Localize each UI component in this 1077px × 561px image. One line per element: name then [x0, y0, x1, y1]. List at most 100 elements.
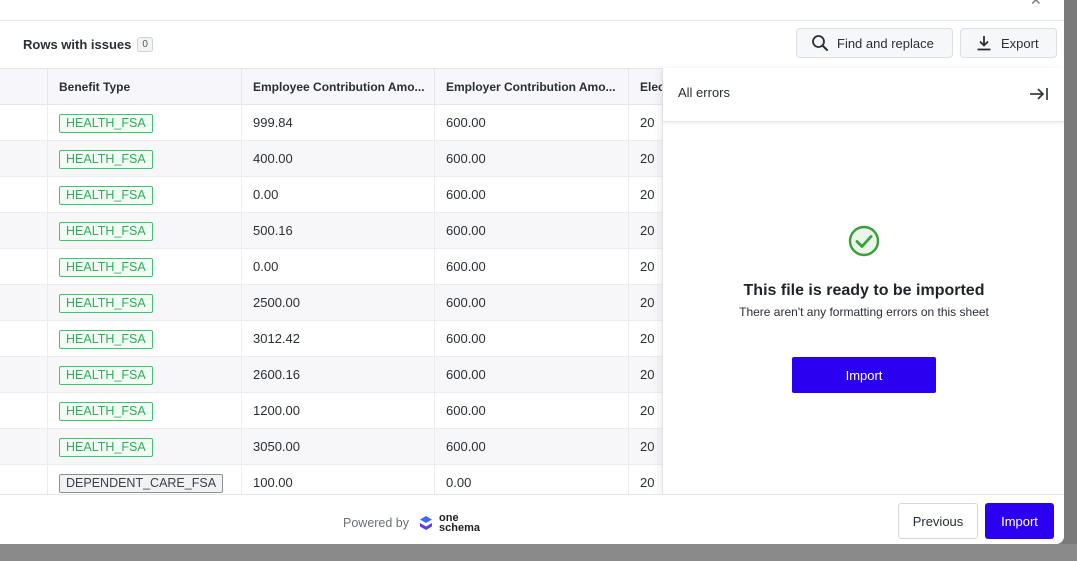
benefit-type-tag: HEALTH_FSA — [59, 330, 153, 350]
cell-elec[interactable]: 20 — [629, 249, 662, 284]
cell-elec[interactable]: 20 — [629, 465, 662, 494]
cell-elec[interactable]: 20 — [629, 321, 662, 356]
oneschema-logo: one schema — [417, 513, 480, 534]
cell-employer-contribution[interactable]: 600.00 — [435, 141, 629, 176]
cell-prev[interactable] — [0, 357, 48, 392]
cell-employee-contribution[interactable]: 999.84 — [242, 105, 435, 140]
cell-benefit-type[interactable]: HEALTH_FSA — [48, 213, 242, 248]
cell-employer-contribution[interactable]: 600.00 — [435, 321, 629, 356]
import-modal: ✕ Rows with issues 0 Find and replace Ex… — [0, 0, 1064, 544]
cell-employer-contribution[interactable]: 600.00 — [435, 285, 629, 320]
cell-benefit-type[interactable]: HEALTH_FSA — [48, 177, 242, 212]
cell-benefit-type[interactable]: DEPENDENT_CARE_FSA — [48, 465, 242, 494]
cell-employer-contribution[interactable]: 600.00 — [435, 429, 629, 464]
cell-prev[interactable] — [0, 177, 48, 212]
modal-footer: Powered by one schema Previous Import — [0, 494, 1064, 544]
cell-benefit-type[interactable]: HEALTH_FSA — [48, 429, 242, 464]
table-row: HEALTH_FSA 1200.00 600.00 20 — [0, 393, 662, 429]
benefit-type-tag: HEALTH_FSA — [59, 438, 153, 458]
cell-elec[interactable]: 20 — [629, 357, 662, 392]
cell-benefit-type[interactable]: HEALTH_FSA — [48, 357, 242, 392]
table-row: HEALTH_FSA 0.00 600.00 20 — [0, 249, 662, 285]
cell-employee-contribution[interactable]: 1200.00 — [242, 393, 435, 428]
column-header-employee-contribution[interactable]: Employee Contribution Amo... — [242, 69, 435, 105]
cell-elec[interactable]: 20 — [629, 141, 662, 176]
benefit-type-tag: HEALTH_FSA — [59, 186, 153, 206]
benefit-type-tag: HEALTH_FSA — [59, 222, 153, 242]
cell-employee-contribution[interactable]: 3050.00 — [242, 429, 435, 464]
cell-benefit-type[interactable]: HEALTH_FSA — [48, 321, 242, 356]
cell-employee-contribution[interactable]: 100.00 — [242, 465, 435, 494]
column-header-benefit-type[interactable]: Benefit Type — [48, 69, 242, 105]
cell-benefit-type[interactable]: HEALTH_FSA — [48, 393, 242, 428]
errors-panel-title: All errors — [678, 85, 731, 100]
cell-prev[interactable] — [0, 105, 48, 140]
find-and-replace-button[interactable]: Find and replace — [796, 28, 953, 58]
find-and-replace-label: Find and replace — [837, 35, 934, 51]
issues-count-badge: 0 — [137, 37, 153, 52]
errors-panel-header: All errors — [663, 68, 1064, 122]
cell-prev[interactable] — [0, 249, 48, 284]
cell-employer-contribution[interactable]: 600.00 — [435, 105, 629, 140]
collapse-panel-icon[interactable] — [1029, 85, 1049, 103]
grid-header: Benefit Type Employee Contribution Amo..… — [0, 68, 662, 105]
previous-button[interactable]: Previous — [898, 503, 978, 539]
cell-elec[interactable]: 20 — [629, 393, 662, 428]
import-button[interactable]: Import — [985, 503, 1054, 539]
table-row: HEALTH_FSA 500.16 600.00 20 — [0, 213, 662, 249]
export-label: Export — [1001, 35, 1039, 51]
export-button[interactable]: Export — [960, 28, 1057, 58]
cell-benefit-type[interactable]: HEALTH_FSA — [48, 105, 242, 140]
table-row: HEALTH_FSA 2600.16 600.00 20 — [0, 357, 662, 393]
close-icon[interactable]: ✕ — [1030, 0, 1046, 8]
rows-with-issues-label: Rows with issues — [23, 37, 132, 52]
cell-elec[interactable]: 20 — [629, 213, 662, 248]
cell-employee-contribution[interactable]: 500.16 — [242, 213, 435, 248]
cell-elec[interactable]: 20 — [629, 429, 662, 464]
cell-benefit-type[interactable]: HEALTH_FSA — [48, 285, 242, 320]
rows-with-issues-toggle[interactable]: Rows with issues 0 — [23, 37, 153, 52]
cell-benefit-type[interactable]: HEALTH_FSA — [48, 249, 242, 284]
search-icon — [812, 35, 828, 51]
cell-prev[interactable] — [0, 465, 48, 494]
background-page — [0, 544, 1077, 561]
cell-benefit-type[interactable]: HEALTH_FSA — [48, 141, 242, 176]
cell-prev[interactable] — [0, 321, 48, 356]
cell-prev[interactable] — [0, 141, 48, 176]
benefit-type-tag: HEALTH_FSA — [59, 150, 153, 170]
cell-employee-contribution[interactable]: 0.00 — [242, 177, 435, 212]
table-row: HEALTH_FSA 2500.00 600.00 20 — [0, 285, 662, 321]
cell-employee-contribution[interactable]: 400.00 — [242, 141, 435, 176]
cell-employer-contribution[interactable]: 600.00 — [435, 357, 629, 392]
errors-panel: All errors This file is ready to be impo… — [662, 68, 1064, 494]
cell-employer-contribution[interactable]: 600.00 — [435, 249, 629, 284]
ready-subtitle: There aren't any formatting errors on th… — [739, 305, 989, 319]
cell-elec[interactable]: 20 — [629, 285, 662, 320]
cell-elec[interactable]: 20 — [629, 105, 662, 140]
benefit-type-tag: HEALTH_FSA — [59, 114, 153, 134]
cell-prev[interactable] — [0, 393, 48, 428]
cell-employer-contribution[interactable]: 600.00 — [435, 177, 629, 212]
cell-employer-contribution[interactable]: 0.00 — [435, 465, 629, 494]
panel-import-button[interactable]: Import — [792, 357, 936, 393]
benefit-type-tag: HEALTH_FSA — [59, 294, 153, 314]
column-header-elec[interactable]: Elec — [629, 69, 662, 105]
powered-by: Powered by one schema — [343, 513, 480, 534]
cell-employer-contribution[interactable]: 600.00 — [435, 393, 629, 428]
cell-elec[interactable]: 20 — [629, 177, 662, 212]
cell-employee-contribution[interactable]: 0.00 — [242, 249, 435, 284]
column-header-employer-contribution[interactable]: Employer Contribution Amo... — [435, 69, 629, 105]
cell-prev[interactable] — [0, 429, 48, 464]
cell-employee-contribution[interactable]: 2600.16 — [242, 357, 435, 392]
cell-employee-contribution[interactable]: 3012.42 — [242, 321, 435, 356]
column-header-prev[interactable] — [0, 69, 48, 105]
table-row: DEPENDENT_CARE_FSA 100.00 0.00 20 — [0, 465, 662, 494]
cell-prev[interactable] — [0, 213, 48, 248]
oneschema-logo-icon — [420, 516, 433, 530]
modal-backdrop — [1064, 0, 1077, 544]
cell-employer-contribution[interactable]: 600.00 — [435, 213, 629, 248]
cell-employee-contribution[interactable]: 2500.00 — [242, 285, 435, 320]
table-row: HEALTH_FSA 400.00 600.00 20 — [0, 141, 662, 177]
powered-by-label: Powered by — [343, 516, 410, 530]
cell-prev[interactable] — [0, 285, 48, 320]
